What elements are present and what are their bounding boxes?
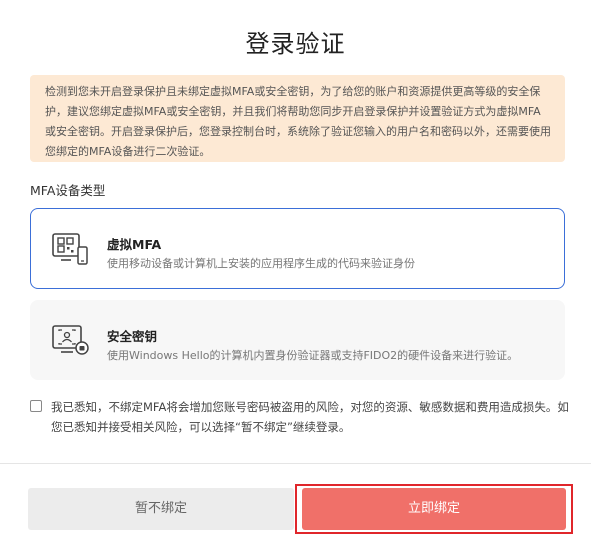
option-name: 安全密钥 [107,329,158,344]
divider [0,463,591,464]
option-security-key[interactable]: 安全密钥 使用Windows Hello的计算机内置身份验证器或支持FIDO2的… [30,300,565,380]
acknowledge-text[interactable]: 我已悉知，不绑定MFA将会增加您账号密码被盗用的风险，对您的资源、敏感数据和费用… [51,397,575,437]
option-virtual-mfa[interactable]: 虚拟MFA 使用移动设备或计算机上安装的应用程序生成的代码来验证身份 [30,208,565,289]
option-description: 使用移动设备或计算机上安装的应用程序生成的代码来验证身份 [107,257,415,270]
security-notice: 检测到您未开启登录保护且未绑定虚拟MFA或安全密钥，为了给您的账户和资源提供更高… [30,75,565,162]
mfa-type-label: MFA设备类型 [30,183,106,198]
option-description: 使用Windows Hello的计算机内置身份验证器或支持FIDO2的硬件设备来… [107,349,519,362]
bind-now-button[interactable]: 立即绑定 [302,488,566,530]
option-name: 虚拟MFA [107,237,162,252]
acknowledge-row: 我已悉知，不绑定MFA将会增加您账号密码被盗用的风险，对您的资源、敏感数据和费用… [30,397,575,437]
skip-binding-button[interactable]: 暂不绑定 [28,488,294,530]
acknowledge-checkbox[interactable] [30,400,42,412]
qr-device-icon [51,232,91,268]
page-title: 登录验证 [245,30,346,58]
security-key-icon [51,324,91,360]
